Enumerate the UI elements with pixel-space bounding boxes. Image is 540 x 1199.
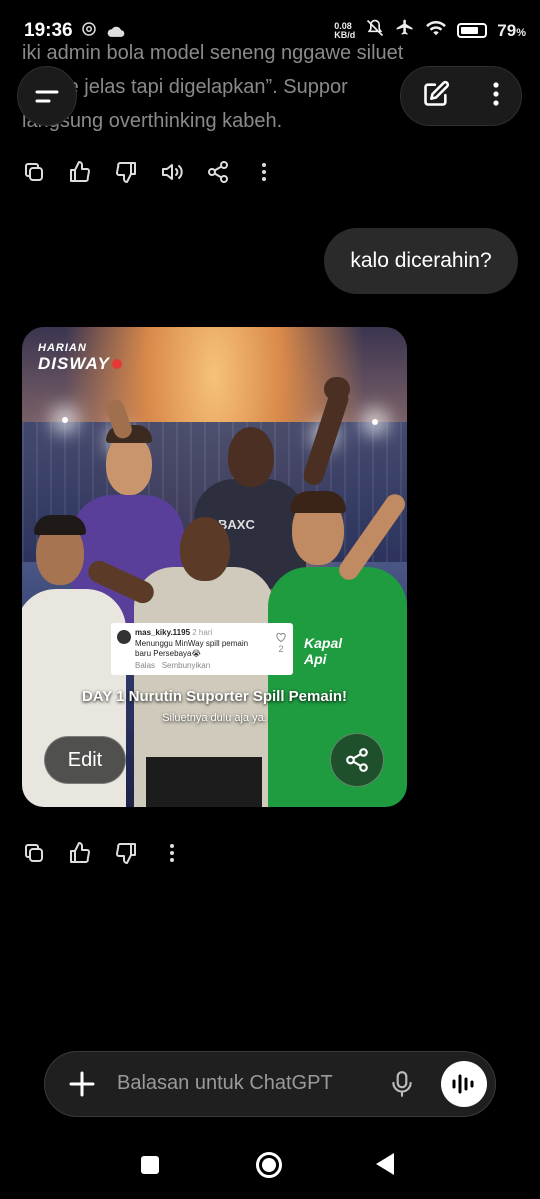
edit-icon: [423, 80, 449, 106]
more-vertical-icon: [170, 844, 174, 862]
avatar: [117, 630, 131, 644]
thumbs-down-button[interactable]: [114, 156, 160, 188]
battery-percent: 79%: [497, 20, 526, 40]
sidebar-menu-button[interactable]: [17, 66, 77, 126]
thumbs-down-icon: [116, 162, 136, 183]
thumbs-up-icon: [70, 842, 90, 863]
menu-icon: [35, 90, 59, 103]
image-subcaption: Siluetnya dulu aja ya.: [162, 712, 267, 724]
thumbs-down-button[interactable]: [114, 837, 160, 869]
home-button[interactable]: [256, 1152, 282, 1178]
more-vertical-icon: [492, 81, 499, 106]
thumbs-up-button[interactable]: [68, 156, 114, 188]
generated-image[interactable]: HARIAN DISWAY BAXC Kapal Api mas_kiky.11: [22, 327, 407, 807]
more-options-button[interactable]: [491, 80, 501, 113]
message-input[interactable]: Balasan untuk ChatGPT: [117, 1072, 333, 1095]
voice-mode-button[interactable]: [441, 1061, 487, 1107]
comment-likes: 2: [276, 633, 286, 654]
harian-disway-logo: HARIAN DISWAY: [38, 341, 122, 372]
floodlight: [62, 417, 68, 423]
copy-button[interactable]: [22, 156, 68, 188]
heart-icon: [276, 633, 286, 643]
back-button[interactable]: [376, 1153, 394, 1175]
text-line: langsung overthinking kabeh.: [22, 110, 283, 132]
more-vertical-icon: [262, 163, 266, 181]
top-actions: [400, 66, 522, 126]
share-icon: [346, 748, 368, 772]
read-aloud-button[interactable]: [160, 156, 206, 188]
dictate-button[interactable]: [389, 1070, 415, 1103]
speaker-icon: [162, 164, 183, 180]
floodlight: [372, 419, 378, 425]
comment-actions: Balas Sembunyikan: [135, 661, 211, 670]
share-icon: [208, 161, 228, 183]
plus-icon: [69, 1071, 95, 1097]
edit-image-button[interactable]: Edit: [44, 736, 126, 784]
message-actions: [22, 156, 298, 188]
copy-icon: [25, 844, 43, 862]
copy-icon: [25, 163, 43, 181]
attach-button[interactable]: [67, 1069, 97, 1099]
text-line: “...ane jelas tapi digelapkan”. Suppor: [22, 76, 348, 98]
more-actions-button[interactable]: [252, 156, 298, 188]
text-line: iki admin bola model seneng nggawe silue…: [22, 42, 404, 64]
user-message-bubble: kalo dicerahin?: [324, 228, 518, 294]
comment-username: mas_kiky.1195 2 hari: [135, 628, 213, 637]
voice-waveform-icon: [452, 1074, 474, 1094]
recents-button[interactable]: [141, 1156, 159, 1174]
thumbs-up-button[interactable]: [68, 837, 114, 869]
battery-fill: [461, 27, 478, 34]
comment-message: Menunggu MinWay spill pemain baru Perseb…: [135, 639, 249, 658]
sponsor-text: Kapal Api: [304, 635, 343, 667]
message-composer: Balasan untuk ChatGPT: [44, 1051, 496, 1117]
copy-button[interactable]: [22, 837, 68, 869]
new-chat-button[interactable]: [422, 80, 450, 113]
image-caption: DAY 1 Nurutin Suporter Spill Pemain!: [81, 688, 348, 705]
instagram-comment: mas_kiky.1195 2 hari Menunggu MinWay spi…: [111, 623, 293, 675]
thumbs-up-icon: [70, 161, 90, 182]
thumbs-down-icon: [116, 843, 136, 864]
share-image-button[interactable]: [330, 733, 384, 787]
previous-assistant-text: iki admin bola model seneng nggawe silue…: [22, 36, 462, 138]
microphone-icon: [392, 1071, 412, 1097]
image-message-actions: [22, 837, 206, 869]
more-actions-button[interactable]: [160, 837, 206, 869]
share-button[interactable]: [206, 156, 252, 188]
